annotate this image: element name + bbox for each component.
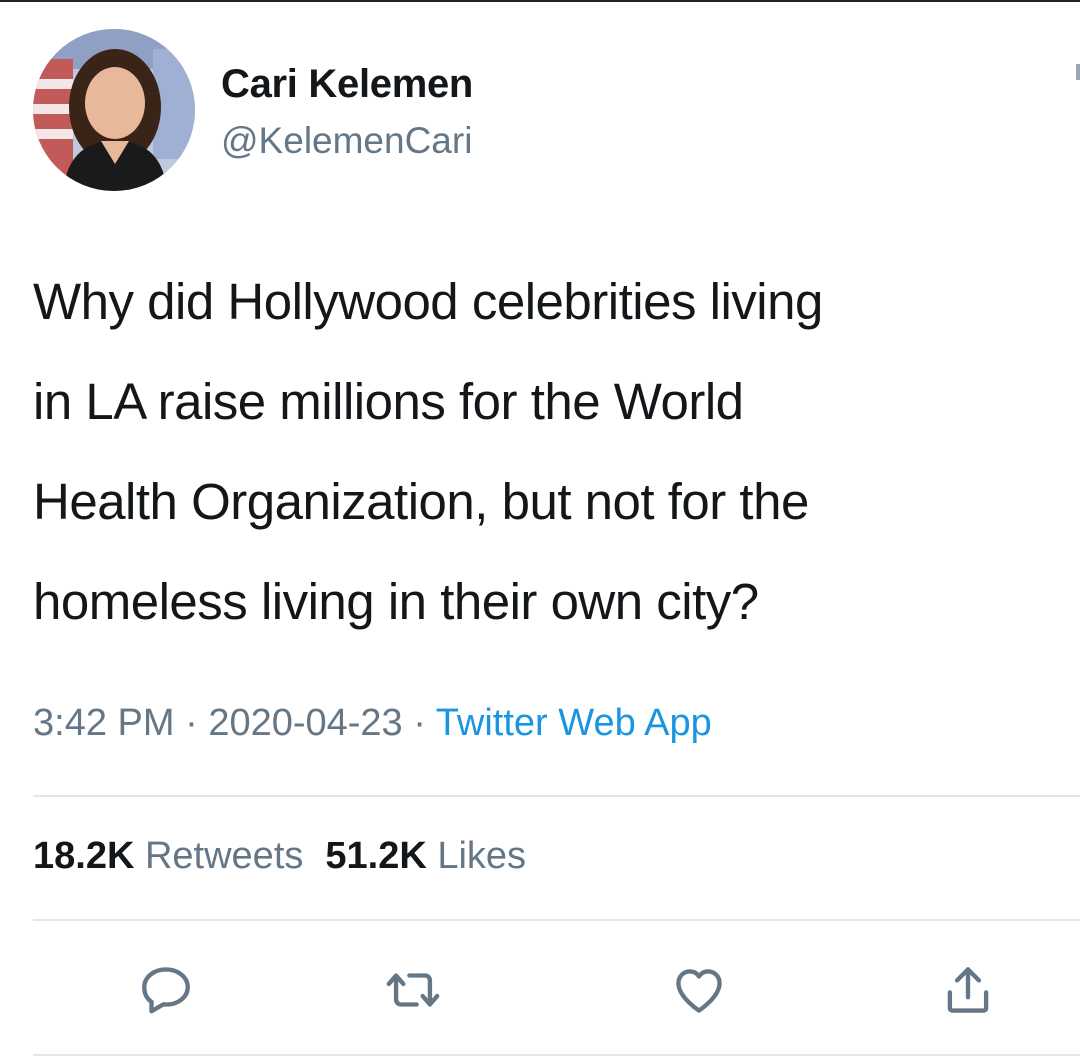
tweet-meta: 3:42 PM · 2020-04-23 · Twitter Web App — [33, 702, 712, 745]
avatar[interactable] — [33, 29, 195, 191]
tweet-page: Cari Kelemen @KelemenCari Why did Hollyw… — [0, 0, 1080, 1056]
avatar-image — [33, 29, 195, 191]
like-button[interactable] — [667, 960, 731, 1020]
divider — [33, 919, 1080, 921]
retweets-label: Retweets — [144, 835, 304, 877]
meta-separator: · — [185, 702, 198, 744]
retweets-count: 18.2K — [33, 835, 135, 877]
retweet-icon — [386, 973, 440, 1007]
retweets-stat[interactable]: 18.2K Retweets — [33, 835, 303, 877]
tweet-time[interactable]: 3:42 PM — [33, 702, 175, 744]
share-icon — [947, 967, 989, 1013]
reply-icon — [142, 967, 190, 1014]
likes-count: 51.2K — [325, 835, 427, 877]
reply-button[interactable] — [134, 960, 198, 1020]
meta-separator: · — [413, 702, 426, 744]
tweet-text: Why did Hollywood celebrities living in … — [33, 252, 1073, 652]
retweet-button[interactable] — [381, 960, 445, 1020]
like-icon — [676, 969, 722, 1013]
tweet-text-line: in LA raise millions for the World — [33, 373, 744, 430]
display-name[interactable]: Cari Kelemen — [221, 62, 473, 107]
likes-label: Likes — [437, 835, 527, 877]
user-handle[interactable]: @KelemenCari — [221, 120, 472, 162]
action-bar — [0, 960, 1080, 1020]
tweet-source-link[interactable]: Twitter Web App — [436, 702, 712, 744]
tweet-date[interactable]: 2020-04-23 — [208, 702, 402, 744]
more-options-icon[interactable] — [1076, 64, 1080, 80]
divider — [33, 795, 1080, 797]
share-button[interactable] — [936, 960, 1000, 1020]
tweet-text-line: homeless living in their own city? — [33, 573, 759, 630]
likes-stat[interactable]: 51.2K Likes — [325, 835, 526, 877]
tweet-stats: 18.2K Retweets 51.2K Likes — [33, 835, 526, 878]
tweet-text-line: Health Organization, but not for the — [33, 473, 809, 530]
tweet-text-line: Why did Hollywood celebrities living — [33, 273, 823, 330]
